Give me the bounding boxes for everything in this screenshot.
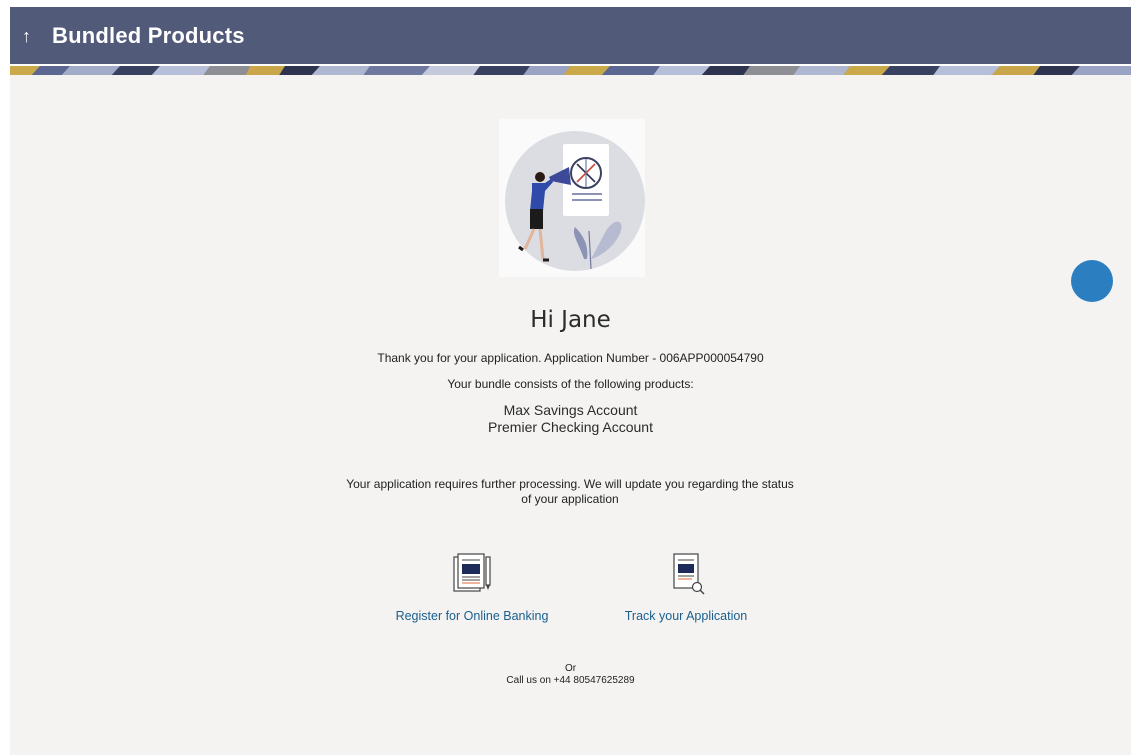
back-arrow-icon[interactable]: ↑	[22, 27, 38, 45]
bundle-intro-text: Your bundle consists of the following pr…	[447, 377, 694, 391]
product-item: Max Savings Account	[503, 402, 638, 418]
contact-section: Or Call us on +44 80547625289	[10, 663, 1131, 687]
newspaper-pen-icon	[453, 553, 491, 592]
document-search-icon	[673, 553, 705, 595]
banner-pattern-icon	[10, 66, 1131, 75]
track-application-action[interactable]: Track your Application	[616, 551, 756, 623]
processing-note: Your application requires further proces…	[346, 477, 794, 506]
greeting-heading: Hi Jane	[530, 307, 611, 333]
confirmation-panel: Hi Jane Thank you for your application. …	[10, 75, 1131, 755]
product-list: Max Savings Account Premier Checking Acc…	[10, 402, 1131, 436]
track-application-link[interactable]: Track your Application	[616, 609, 756, 623]
application-number-text: Thank you for your application. Applicat…	[377, 351, 764, 365]
announcement-illustration-icon	[505, 131, 645, 271]
register-online-banking-action[interactable]: Register for Online Banking	[392, 551, 552, 623]
register-online-banking-link[interactable]: Register for Online Banking	[392, 609, 552, 623]
page-title: Bundled Products	[52, 22, 245, 48]
decorative-banner	[10, 64, 1131, 75]
success-illustration	[499, 119, 645, 277]
or-separator: Or	[564, 663, 577, 674]
page-header: ↑ Bundled Products	[10, 7, 1131, 64]
call-us-text: Call us on +44 80547625289	[506, 675, 635, 686]
product-item: Premier Checking Account	[488, 419, 653, 435]
help-fab-icon[interactable]	[1071, 260, 1113, 302]
